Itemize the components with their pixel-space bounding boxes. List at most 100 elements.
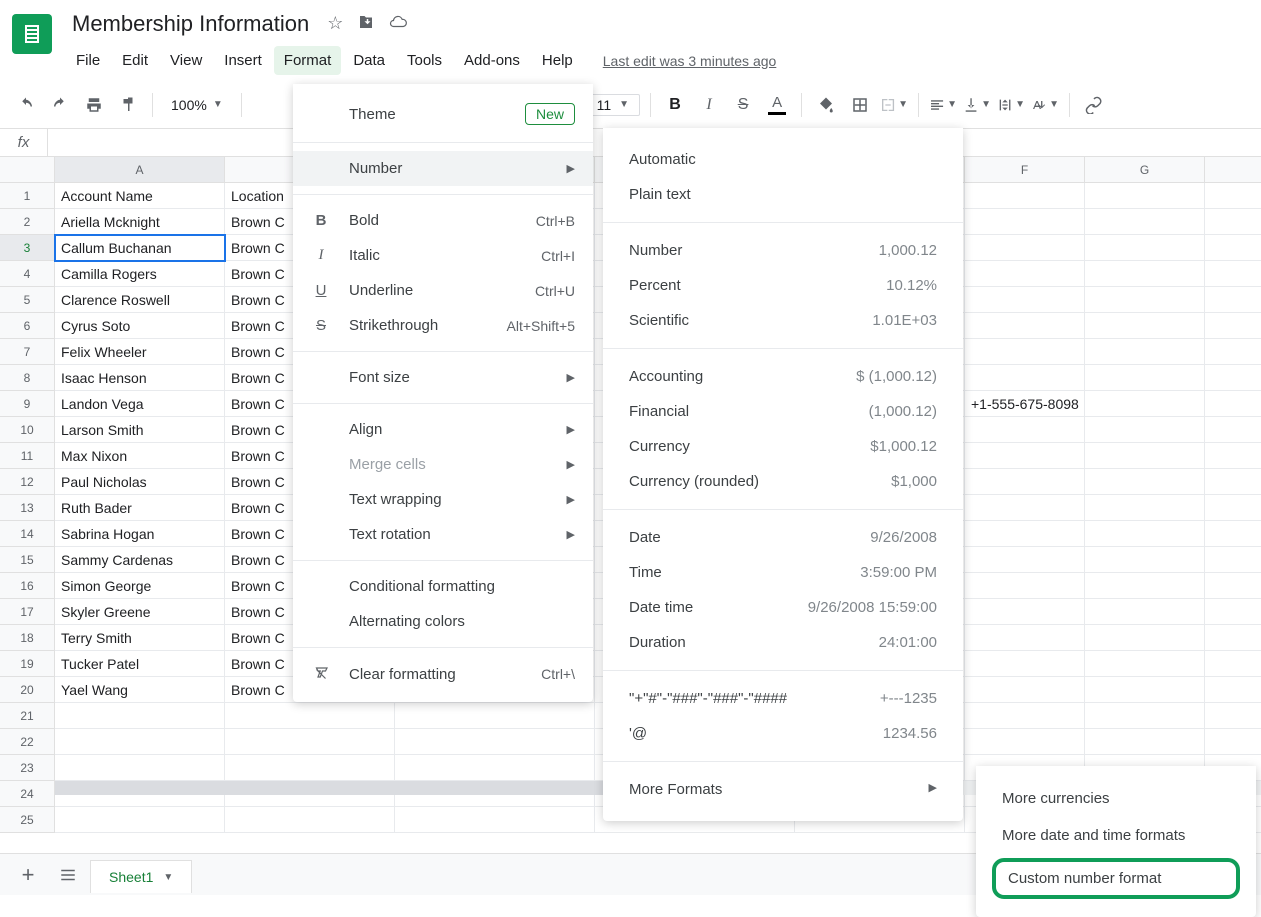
column-header[interactable]: A: [55, 157, 225, 183]
merge-cells-button[interactable]: ▼: [880, 91, 908, 119]
format-font-size[interactable]: Font size ▶: [293, 360, 593, 395]
row-header[interactable]: 15: [0, 547, 55, 573]
cell[interactable]: [1205, 469, 1261, 495]
cell[interactable]: [1205, 339, 1261, 365]
print-button[interactable]: [80, 91, 108, 119]
cell[interactable]: [1205, 183, 1261, 209]
menu-insert[interactable]: Insert: [214, 46, 272, 75]
italic-button[interactable]: I: [695, 91, 723, 119]
cell[interactable]: [1205, 417, 1261, 443]
paint-format-button[interactable]: [114, 91, 142, 119]
cell[interactable]: [1085, 417, 1205, 443]
format-text-rotation[interactable]: Text rotation ▶: [293, 517, 593, 552]
cell[interactable]: [395, 755, 595, 781]
menu-tools[interactable]: Tools: [397, 46, 452, 75]
menu-file[interactable]: File: [66, 46, 110, 75]
number-time[interactable]: Time3:59:00 PM: [603, 555, 963, 590]
fill-color-button[interactable]: [812, 91, 840, 119]
cell[interactable]: [395, 729, 595, 755]
cell[interactable]: Sabrina Hogan: [55, 521, 225, 547]
cell[interactable]: Tucker Patel: [55, 651, 225, 677]
row-header[interactable]: 4: [0, 261, 55, 287]
cell[interactable]: [1205, 703, 1261, 729]
number-scientific[interactable]: Scientific1.01E+03: [603, 303, 963, 338]
cell[interactable]: [225, 729, 395, 755]
row-header[interactable]: 21: [0, 703, 55, 729]
document-title[interactable]: Membership Information: [66, 9, 315, 39]
row-header[interactable]: 10: [0, 417, 55, 443]
cell[interactable]: [1085, 391, 1205, 417]
number-datetime[interactable]: Date time9/26/2008 15:59:00: [603, 590, 963, 625]
format-number[interactable]: Number ▶: [293, 151, 593, 186]
number-accounting[interactable]: Accounting$ (1,000.12): [603, 359, 963, 394]
number-custom-1[interactable]: "+"#"-"###"-"###"-"####+---1235: [603, 681, 963, 716]
cell[interactable]: [1085, 443, 1205, 469]
cell[interactable]: [395, 703, 595, 729]
row-header[interactable]: 19: [0, 651, 55, 677]
number-duration[interactable]: Duration24:01:00: [603, 625, 963, 660]
cell[interactable]: [965, 703, 1085, 729]
cell[interactable]: [1205, 651, 1261, 677]
sheets-logo[interactable]: [12, 14, 52, 54]
cell[interactable]: [225, 755, 395, 781]
number-number[interactable]: Number1,000.12: [603, 233, 963, 268]
cell[interactable]: [1205, 209, 1261, 235]
menu-help[interactable]: Help: [532, 46, 583, 75]
cell[interactable]: [965, 729, 1085, 755]
column-header[interactable]: [1205, 157, 1261, 183]
cell[interactable]: [1085, 521, 1205, 547]
cell[interactable]: Felix Wheeler: [55, 339, 225, 365]
format-conditional[interactable]: Conditional formatting: [293, 569, 593, 604]
row-header[interactable]: 20: [0, 677, 55, 703]
row-header[interactable]: 14: [0, 521, 55, 547]
cell[interactable]: [1085, 547, 1205, 573]
cell[interactable]: [55, 755, 225, 781]
cell[interactable]: Isaac Henson: [55, 365, 225, 391]
cell[interactable]: [965, 625, 1085, 651]
cell[interactable]: [55, 807, 225, 833]
format-clear[interactable]: Clear formatting Ctrl+\: [293, 656, 593, 692]
zoom-select[interactable]: 100%▼: [163, 93, 231, 117]
cell[interactable]: [965, 599, 1085, 625]
format-underline[interactable]: UUnderline Ctrl+U: [293, 273, 593, 308]
cell[interactable]: Terry Smith: [55, 625, 225, 651]
number-more-formats[interactable]: More Formats▶: [603, 772, 963, 807]
undo-button[interactable]: [12, 91, 40, 119]
cell[interactable]: [965, 573, 1085, 599]
cell[interactable]: Ariella Mcknight: [55, 209, 225, 235]
row-header[interactable]: 6: [0, 313, 55, 339]
cell[interactable]: [1085, 729, 1205, 755]
cell[interactable]: [1205, 677, 1261, 703]
cell[interactable]: [965, 677, 1085, 703]
format-align[interactable]: Align ▶: [293, 412, 593, 447]
cell[interactable]: Callum Buchanan: [55, 235, 225, 261]
cell[interactable]: Simon George: [55, 573, 225, 599]
row-header[interactable]: 11: [0, 443, 55, 469]
cell[interactable]: [1205, 261, 1261, 287]
column-header[interactable]: F: [965, 157, 1085, 183]
cell[interactable]: [1085, 651, 1205, 677]
menu-view[interactable]: View: [160, 46, 212, 75]
menu-format[interactable]: Format: [274, 46, 342, 75]
vertical-align-button[interactable]: ▼: [963, 91, 991, 119]
cell[interactable]: [1205, 391, 1261, 417]
move-icon[interactable]: [357, 13, 375, 36]
horizontal-align-button[interactable]: ▼: [929, 91, 957, 119]
number-automatic[interactable]: Automatic: [603, 142, 963, 177]
cell[interactable]: [1205, 573, 1261, 599]
format-strikethrough[interactable]: SStrikethrough Alt+Shift+5: [293, 308, 593, 343]
cell[interactable]: [965, 339, 1085, 365]
cell[interactable]: [1205, 521, 1261, 547]
text-color-button[interactable]: A: [763, 91, 791, 119]
cell[interactable]: [1085, 599, 1205, 625]
star-icon[interactable]: ☆: [327, 13, 343, 36]
more-currencies[interactable]: More currencies: [976, 780, 1256, 817]
cell[interactable]: [1205, 729, 1261, 755]
cell[interactable]: [965, 521, 1085, 547]
cell[interactable]: [395, 807, 595, 833]
number-currency-rounded[interactable]: Currency (rounded)$1,000: [603, 464, 963, 499]
cell[interactable]: [1205, 547, 1261, 573]
cell[interactable]: Cyrus Soto: [55, 313, 225, 339]
cell[interactable]: [1085, 703, 1205, 729]
cell[interactable]: [1085, 625, 1205, 651]
